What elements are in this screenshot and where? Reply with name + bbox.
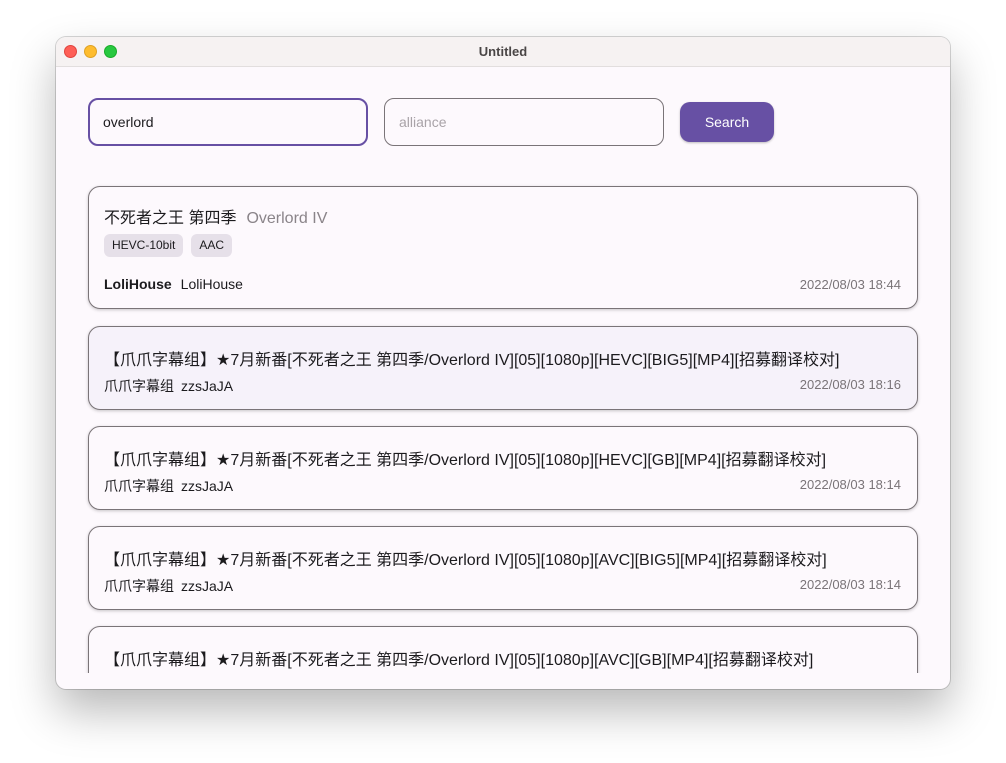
main-content: Search 不死者之王 第四季 Overlord IV HEVC-10bit AA… xyxy=(56,67,950,673)
tag-chip: AAC xyxy=(191,234,233,257)
result-uploader: zzsJaJA xyxy=(181,478,234,494)
result-uploader: zzsJaJA xyxy=(181,378,234,394)
result-meta: 爪爪字幕组 zzsJaJA xyxy=(104,376,233,396)
result-meta: 爪爪字幕组 zzsJaJA xyxy=(104,576,233,596)
featured-uploader: LoliHouse xyxy=(180,276,243,292)
featured-date: 2022/08/03 18:44 xyxy=(799,277,901,292)
featured-group: LoliHouse xyxy=(104,276,172,292)
window-title: Untitled xyxy=(478,44,528,59)
result-group: 爪爪字幕组 xyxy=(104,478,174,494)
result-uploader: zzsJaJA xyxy=(181,578,234,594)
featured-title-row: 不死者之王 第四季 Overlord IV xyxy=(104,204,327,228)
featured-result-card[interactable]: 不死者之王 第四季 Overlord IV HEVC-10bit AAC LoliH… xyxy=(88,186,918,309)
result-group: 爪爪字幕组 xyxy=(104,378,174,394)
app-window: Untitled Search 不死者之王 第四季 Overlord IV HEV… xyxy=(56,37,950,689)
featured-subtitle: Overlord IV xyxy=(246,210,328,227)
result-title: 【爪爪字幕组】★7月新番[不死者之王 第四季/Overlord IV][05][… xyxy=(104,652,814,669)
tag-list: HEVC-10bit AAC xyxy=(104,234,240,257)
result-date: 2022/08/03 18:14 xyxy=(799,577,901,592)
alliance-input[interactable] xyxy=(384,98,664,146)
featured-title: 不死者之王 第四季 xyxy=(104,210,237,227)
result-title: 【爪爪字幕组】★7月新番[不死者之王 第四季/Overlord IV][05][… xyxy=(104,552,827,569)
result-date: 2022/08/03 18:14 xyxy=(799,477,901,492)
result-card[interactable]: 【爪爪字幕组】★7月新番[不死者之王 第四季/Overlord IV][05][… xyxy=(88,626,918,673)
tag-chip: HEVC-10bit xyxy=(104,234,184,257)
result-date: 2022/08/03 18:16 xyxy=(799,377,901,392)
result-card[interactable]: 【爪爪字幕组】★7月新番[不死者之王 第四季/Overlord IV][05][… xyxy=(88,526,918,610)
keyword-search-input[interactable] xyxy=(88,98,368,146)
result-card[interactable]: 【爪爪字幕组】★7月新番[不死者之王 第四季/Overlord IV][05][… xyxy=(88,426,918,510)
result-title: 【爪爪字幕组】★7月新番[不死者之王 第四季/Overlord IV][05][… xyxy=(104,452,827,469)
featured-meta: LoliHouse LoliHouse xyxy=(104,276,243,292)
result-title: 【爪爪字幕组】★7月新番[不死者之王 第四季/Overlord IV][05][… xyxy=(104,352,840,369)
result-meta: 爪爪字幕组 zzsJaJA xyxy=(104,476,233,496)
result-card[interactable]: 【爪爪字幕组】★7月新番[不死者之王 第四季/Overlord IV][05][… xyxy=(88,326,918,410)
title-bar: Untitled xyxy=(56,37,950,67)
result-group: 爪爪字幕组 xyxy=(104,578,174,594)
search-button[interactable]: Search xyxy=(680,102,774,142)
